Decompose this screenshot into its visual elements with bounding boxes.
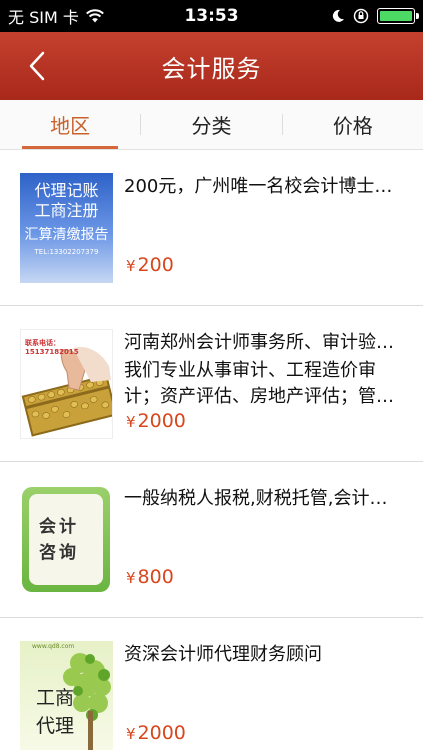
status-bar: 无 SIM 卡 13:53 [0,0,423,32]
rotation-lock-icon [353,8,369,24]
price-value: 800 [137,566,174,588]
thumb-text: 咨询 [39,542,79,563]
item-thumbnail: 代理记账 工商注册 汇算清缴报告 TEL:13302207379 [20,173,113,283]
item-thumbnail: www.qd8.com 工商 代理 [20,641,113,750]
item-price: ¥200 [126,254,174,276]
item-price: ¥2000 [126,410,186,432]
chevron-left-icon [29,51,45,81]
currency-symbol: ¥ [126,725,136,743]
thumb-text: TEL:13302207379 [34,248,99,256]
price-value: 2000 [137,410,186,432]
tab-region[interactable]: 地区 [0,100,140,149]
moon-icon [332,9,344,22]
currency-symbol: ¥ [126,257,136,275]
list-item[interactable]: 代理记账 工商注册 汇算清缴报告 TEL:13302207379 200元，广州… [0,150,423,306]
thumb-text: 会计 [39,516,79,537]
list-item[interactable]: 会计 咨询 一般纳税人报税,财税托管,会计… ¥800 [0,462,423,618]
item-title: 河南郑州会计师事务所、审计验… [124,332,394,353]
item-thumbnail: 会计 咨询 [20,485,113,595]
item-description: 我们专业从事审计、工程造价审计；资产评估、房地产评估；管… [124,360,394,407]
service-list: 代理记账 工商注册 汇算清缴报告 TEL:13302207379 200元，广州… [0,150,423,750]
thumb-text: 工商 [36,687,75,709]
tab-category[interactable]: 分类 [141,100,281,149]
thumb-text: 代理 [36,715,75,737]
status-left: 无 SIM 卡 [8,0,105,32]
list-item[interactable]: www.qd8.com 工商 代理 资深会计师代理财务顾问 ¥2000 [0,618,423,750]
nav-bar: 会计服务 [0,32,423,100]
thumb-text: 工商注册 [34,201,99,220]
list-item[interactable]: 联系电话：15137182015 河南郑州会计师事务所、审计验… 我们专业从事审… [0,306,423,462]
filter-tabs: 地区 分类 价格 [0,100,423,150]
thumb-card-inner: 会计 咨询 [29,494,103,585]
thumb-text: 汇算清缴报告 [24,227,109,243]
back-button[interactable] [28,50,54,82]
tab-price[interactable]: 价格 [283,100,423,149]
item-title: 资深会计师代理财务顾问 [124,644,322,665]
item-thumbnail: 联系电话：15137182015 [20,329,113,439]
currency-symbol: ¥ [126,413,136,431]
thumb-card: 会计 咨询 [22,487,110,592]
carrier-label: 无 SIM 卡 [8,8,79,27]
thumb-text: www.qd8.com [32,643,75,650]
item-price: ¥800 [126,566,174,588]
item-title: 200元，广州唯一名校会计博士… [124,176,393,197]
price-value: 2000 [137,722,186,744]
thumb-text: 联系电话：15137182015 [25,339,79,356]
item-title: 一般纳税人报税,财税托管,会计… [124,488,388,509]
page-title: 会计服务 [161,54,262,83]
status-right [331,0,419,32]
item-price: ¥2000 [126,722,186,744]
thumb-text: 代理记账 [34,181,99,200]
battery-icon [377,8,419,24]
price-value: 200 [137,254,174,276]
wifi-icon [85,9,104,23]
currency-symbol: ¥ [126,569,136,587]
